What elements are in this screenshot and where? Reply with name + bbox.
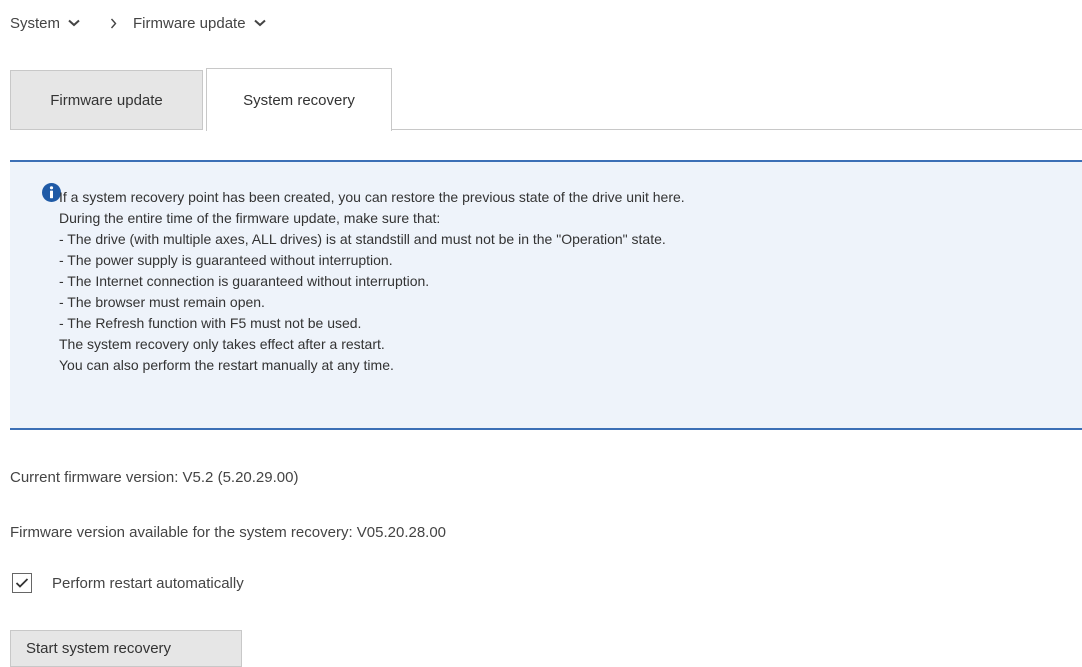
- info-line: - The Refresh function with F5 must not …: [59, 315, 362, 331]
- page: System Firmware update Firmware update S…: [0, 0, 1082, 667]
- info-line: During the entire time of the firmware u…: [59, 210, 441, 226]
- breadcrumb-firmware-update[interactable]: Firmware update: [133, 15, 266, 32]
- tab-system-recovery-label: System recovery: [243, 91, 355, 109]
- info-text: If a system recovery point has been crea…: [59, 187, 685, 376]
- tab-firmware-update-label: Firmware update: [50, 91, 163, 109]
- tab-firmware-update[interactable]: Firmware update: [10, 70, 203, 130]
- breadcrumb-firmware-update-label: Firmware update: [133, 14, 246, 32]
- breadcrumb-system-label: System: [10, 14, 61, 32]
- tab-bar: Firmware update System recovery: [10, 68, 1082, 131]
- auto-restart-option[interactable]: Perform restart automatically: [10, 573, 244, 593]
- info-line: You can also perform the restart manuall…: [59, 357, 394, 373]
- info-line: - The drive (with multiple axes, ALL dri…: [59, 231, 666, 247]
- recovery-firmware-version: Firmware version available for the syste…: [10, 524, 447, 541]
- current-firmware-version: Current firmware version: V5.2 (5.20.29.…: [10, 469, 299, 486]
- info-line: - The Internet connection is guaranteed …: [59, 273, 430, 289]
- auto-restart-checkbox[interactable]: [12, 573, 32, 593]
- info-line: - The browser must remain open.: [59, 294, 265, 310]
- tab-system-recovery[interactable]: System recovery: [206, 68, 392, 131]
- info-box: If a system recovery point has been crea…: [10, 160, 1082, 430]
- start-system-recovery-button[interactable]: Start system recovery: [10, 630, 242, 667]
- tab-bar-divider: [390, 129, 1082, 130]
- breadcrumb-system[interactable]: System: [10, 15, 80, 32]
- chevron-down-icon[interactable]: [68, 19, 80, 27]
- auto-restart-label: Perform restart automatically: [52, 574, 244, 592]
- info-line: - The power supply is guaranteed without…: [59, 252, 393, 268]
- info-line: If a system recovery point has been crea…: [59, 189, 685, 205]
- check-icon: [15, 578, 29, 588]
- chevron-right-icon: [110, 18, 117, 29]
- chevron-down-icon[interactable]: [253, 19, 266, 27]
- info-line: The system recovery only takes effect af…: [59, 336, 385, 352]
- breadcrumb: System Firmware update: [10, 10, 266, 36]
